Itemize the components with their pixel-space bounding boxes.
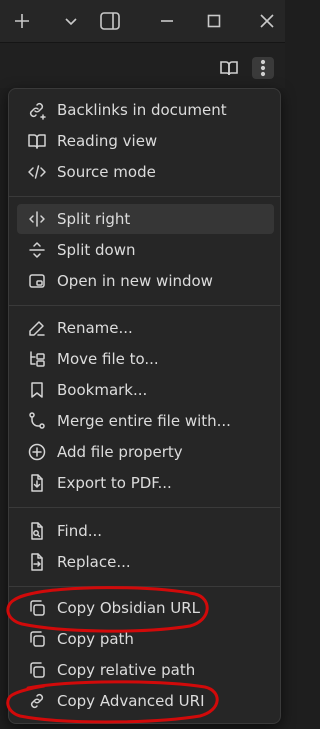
menu-item-label: Split down: [57, 241, 136, 259]
file-search-icon: [26, 520, 48, 542]
menu-item-bookmark[interactable]: Bookmark...: [17, 375, 274, 405]
menu-item-label: Copy relative path: [57, 661, 196, 679]
backlinks-icon: [26, 99, 48, 121]
menu-item-label: Find...: [57, 522, 103, 540]
menu-item-label: Reading view: [57, 132, 158, 150]
menu-item-label: Add file property: [57, 443, 183, 461]
code-icon: [26, 161, 48, 183]
menu-item-rename[interactable]: Rename...: [17, 313, 274, 343]
link-icon: [26, 690, 48, 712]
split-vertical-icon: [26, 208, 48, 230]
menu-item-label: Bookmark...: [57, 381, 148, 399]
menu-item-split-down[interactable]: Split down: [17, 235, 274, 265]
menu-item-label: Split right: [57, 210, 131, 228]
minimize-icon[interactable]: [155, 9, 179, 33]
copy-icon: [26, 597, 48, 619]
menu-item-label: Backlinks in document: [57, 101, 227, 119]
menu-item-copy-relative-path[interactable]: Copy relative path: [17, 655, 274, 685]
menu-item-label: Copy Advanced URI: [57, 692, 205, 710]
plus-circle-icon: [26, 441, 48, 463]
split-horizontal-icon: [26, 239, 48, 261]
menu-item-split-right[interactable]: Split right: [17, 204, 274, 234]
bookmark-icon: [26, 379, 48, 401]
new-window-icon: [26, 270, 48, 292]
menu-item-move-file[interactable]: Move file to...: [17, 344, 274, 374]
book-open-icon: [26, 130, 48, 152]
menu-item-find[interactable]: Find...: [17, 516, 274, 546]
book-open-icon[interactable]: [218, 57, 240, 79]
menu-item-copy-obsidian-url[interactable]: Copy Obsidian URL: [17, 593, 274, 623]
menu-item-label: Rename...: [57, 319, 133, 337]
maximize-icon[interactable]: [202, 9, 226, 33]
menu-item-label: Copy path: [57, 630, 134, 648]
menu-separator: [9, 507, 280, 508]
sidebar-toggle-icon[interactable]: [98, 9, 122, 33]
view-header: [0, 42, 285, 88]
pencil-icon: [26, 317, 48, 339]
menu-item-label: Export to PDF...: [57, 474, 172, 492]
close-icon[interactable]: [255, 9, 279, 33]
menu-item-reading-view[interactable]: Reading view: [17, 126, 274, 156]
menu-item-label: Merge entire file with...: [57, 412, 231, 430]
copy-icon: [26, 628, 48, 650]
menu-item-add-property[interactable]: Add file property: [17, 437, 274, 467]
menu-item-source-mode[interactable]: Source mode: [17, 157, 274, 187]
menu-separator: [9, 305, 280, 306]
title-bar: [0, 0, 285, 42]
file-export-icon: [26, 472, 48, 494]
menu-item-label: Open in new window: [57, 272, 213, 290]
menu-item-export-pdf[interactable]: Export to PDF...: [17, 468, 274, 498]
file-replace-icon: [26, 551, 48, 573]
menu-item-open-new-window[interactable]: Open in new window: [17, 266, 274, 296]
menu-item-backlinks[interactable]: Backlinks in document: [17, 95, 274, 125]
menu-separator: [9, 586, 280, 587]
menu-item-replace[interactable]: Replace...: [17, 547, 274, 577]
menu-item-label: Move file to...: [57, 350, 159, 368]
copy-icon: [26, 659, 48, 681]
menu-item-copy-advanced-uri[interactable]: Copy Advanced URI: [17, 686, 274, 716]
folder-tree-icon: [26, 348, 48, 370]
menu-item-merge-file[interactable]: Merge entire file with...: [17, 406, 274, 436]
context-menu: Backlinks in document Reading view Sourc…: [8, 88, 281, 724]
menu-separator: [9, 196, 280, 197]
menu-item-label: Source mode: [57, 163, 156, 181]
menu-item-label: Replace...: [57, 553, 131, 571]
menu-item-copy-path[interactable]: Copy path: [17, 624, 274, 654]
menu-item-label: Copy Obsidian URL: [57, 599, 201, 617]
more-options-icon[interactable]: [252, 57, 274, 79]
plus-icon[interactable]: [10, 9, 34, 33]
git-merge-icon: [26, 410, 48, 432]
chevron-down-icon[interactable]: [59, 9, 83, 33]
